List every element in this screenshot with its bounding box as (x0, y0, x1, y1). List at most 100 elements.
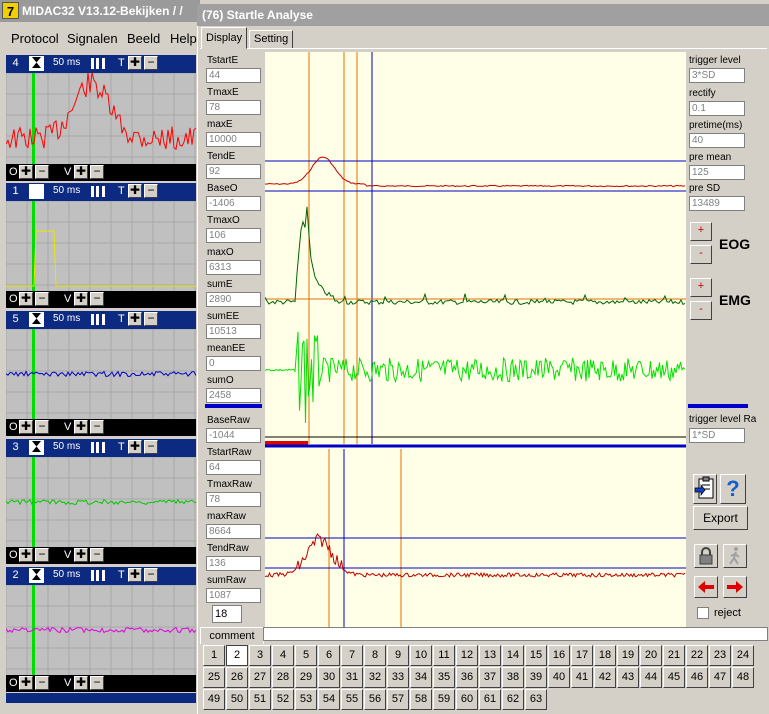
time-zoom-out-button[interactable]: − (144, 440, 158, 454)
volt-zoom-out-button[interactable]: − (90, 676, 104, 690)
next-button[interactable] (723, 576, 747, 598)
trial-button[interactable]: 63 (525, 689, 547, 710)
time-zoom-in-button[interactable]: ✚ (128, 440, 142, 454)
trial-button[interactable]: 26 (226, 667, 248, 688)
trial-button[interactable]: 59 (433, 689, 455, 710)
reject-checkbox[interactable] (697, 607, 709, 619)
trial-button[interactable]: 53 (295, 689, 317, 710)
trial-button[interactable]: 38 (502, 667, 524, 688)
trial-button[interactable]: 45 (663, 667, 685, 688)
trial-button[interactable]: 58 (410, 689, 432, 710)
trial-button[interactable]: 36 (456, 667, 478, 688)
trial-button[interactable]: 9 (387, 645, 409, 666)
trial-button[interactable]: 46 (686, 667, 708, 688)
trial-button[interactable]: 41 (571, 667, 593, 688)
trial-button[interactable]: 28 (272, 667, 294, 688)
time-zoom-in-button[interactable]: ✚ (128, 312, 142, 326)
trial-button[interactable]: 54 (318, 689, 340, 710)
trial-button[interactable]: 3 (249, 645, 271, 666)
volt-zoom-in-button[interactable]: ✚ (74, 420, 88, 434)
trial-button[interactable]: 34 (410, 667, 432, 688)
help-button[interactable]: ? (720, 474, 746, 504)
offset-down-button[interactable]: − (35, 676, 49, 690)
eog-minus-button[interactable]: - (690, 245, 712, 264)
offset-up-button[interactable]: ✚ (19, 676, 33, 690)
time-zoom-out-button[interactable]: − (144, 568, 158, 582)
time-zoom-in-button[interactable]: ✚ (128, 568, 142, 582)
volt-zoom-in-button[interactable]: ✚ (74, 548, 88, 562)
trial-button[interactable]: 5 (295, 645, 317, 666)
setting-field[interactable]: 125 (689, 165, 745, 180)
trial-button[interactable]: 18 (594, 645, 616, 666)
bars-icon[interactable] (91, 314, 105, 325)
trial-button[interactable]: 8 (364, 645, 386, 666)
offset-up-button[interactable]: ✚ (19, 548, 33, 562)
bars-icon[interactable] (91, 570, 105, 581)
trial-button[interactable]: 50 (226, 689, 248, 710)
trial-button[interactable]: 56 (364, 689, 386, 710)
offset-up-button[interactable]: ✚ (19, 292, 33, 306)
menu-beeld[interactable]: Beeld (127, 31, 160, 46)
offset-down-button[interactable]: − (35, 165, 49, 179)
tab-display[interactable]: Display (201, 27, 248, 49)
volt-zoom-out-button[interactable]: − (90, 165, 104, 179)
trial-button[interactable]: 48 (732, 667, 754, 688)
trial-button[interactable]: 11 (433, 645, 455, 666)
setting-field[interactable]: 3*SD (689, 68, 745, 83)
trial-button[interactable]: 62 (502, 689, 524, 710)
trial-button[interactable]: 25 (203, 667, 225, 688)
trial-button[interactable]: 12 (456, 645, 478, 666)
lock-button[interactable] (694, 544, 718, 568)
trial-button[interactable]: 52 (272, 689, 294, 710)
offset-up-button[interactable]: ✚ (19, 420, 33, 434)
bars-icon[interactable] (91, 186, 105, 197)
bars-icon[interactable] (91, 58, 105, 69)
clipboard-button[interactable] (693, 474, 717, 504)
volt-zoom-in-button[interactable]: ✚ (74, 676, 88, 690)
trial-button[interactable]: 22 (686, 645, 708, 666)
channel-select-button[interactable] (29, 56, 44, 71)
volt-zoom-out-button[interactable]: − (90, 292, 104, 306)
export-button[interactable]: Export (693, 506, 748, 530)
offset-down-button[interactable]: − (35, 292, 49, 306)
menu-protocol[interactable]: Protocol (11, 31, 59, 46)
trial-button[interactable]: 6 (318, 645, 340, 666)
menu-signalen[interactable]: Signalen (67, 31, 118, 46)
offset-up-button[interactable]: ✚ (19, 165, 33, 179)
volt-zoom-out-button[interactable]: − (90, 420, 104, 434)
time-zoom-out-button[interactable]: − (144, 184, 158, 198)
trial-button[interactable]: 57 (387, 689, 409, 710)
previous-button[interactable] (694, 576, 718, 598)
trial-button[interactable]: 35 (433, 667, 455, 688)
trial-button[interactable]: 7 (341, 645, 363, 666)
offset-down-button[interactable]: − (35, 548, 49, 562)
trial-button[interactable]: 33 (387, 667, 409, 688)
channel-select-button[interactable] (29, 568, 44, 583)
comment-input[interactable] (263, 627, 768, 641)
eog-plus-button[interactable]: + (690, 222, 712, 241)
trigger-raw-field[interactable]: 1*SD (689, 428, 745, 443)
trial-button[interactable]: 17 (571, 645, 593, 666)
trial-button[interactable]: 51 (249, 689, 271, 710)
trial-button[interactable]: 16 (548, 645, 570, 666)
trial-button[interactable]: 37 (479, 667, 501, 688)
volt-zoom-in-button[interactable]: ✚ (74, 165, 88, 179)
tab-setting[interactable]: Setting (249, 30, 294, 48)
walk-button[interactable] (723, 544, 747, 568)
trial-button[interactable]: 32 (364, 667, 386, 688)
trial-button[interactable]: 1 (203, 645, 225, 666)
trial-button[interactable]: 10 (410, 645, 432, 666)
trial-button[interactable]: 44 (640, 667, 662, 688)
trial-button[interactable]: 20 (640, 645, 662, 666)
offset-down-button[interactable]: − (35, 420, 49, 434)
trial-button[interactable]: 60 (456, 689, 478, 710)
trial-button[interactable]: 21 (663, 645, 685, 666)
trial-button[interactable]: 23 (709, 645, 731, 666)
trial-button[interactable]: 4 (272, 645, 294, 666)
trial-button[interactable]: 30 (318, 667, 340, 688)
time-zoom-out-button[interactable]: − (144, 56, 158, 70)
trial-button[interactable]: 40 (548, 667, 570, 688)
trial-button[interactable]: 49 (203, 689, 225, 710)
trial-button[interactable]: 42 (594, 667, 616, 688)
volt-zoom-in-button[interactable]: ✚ (74, 292, 88, 306)
